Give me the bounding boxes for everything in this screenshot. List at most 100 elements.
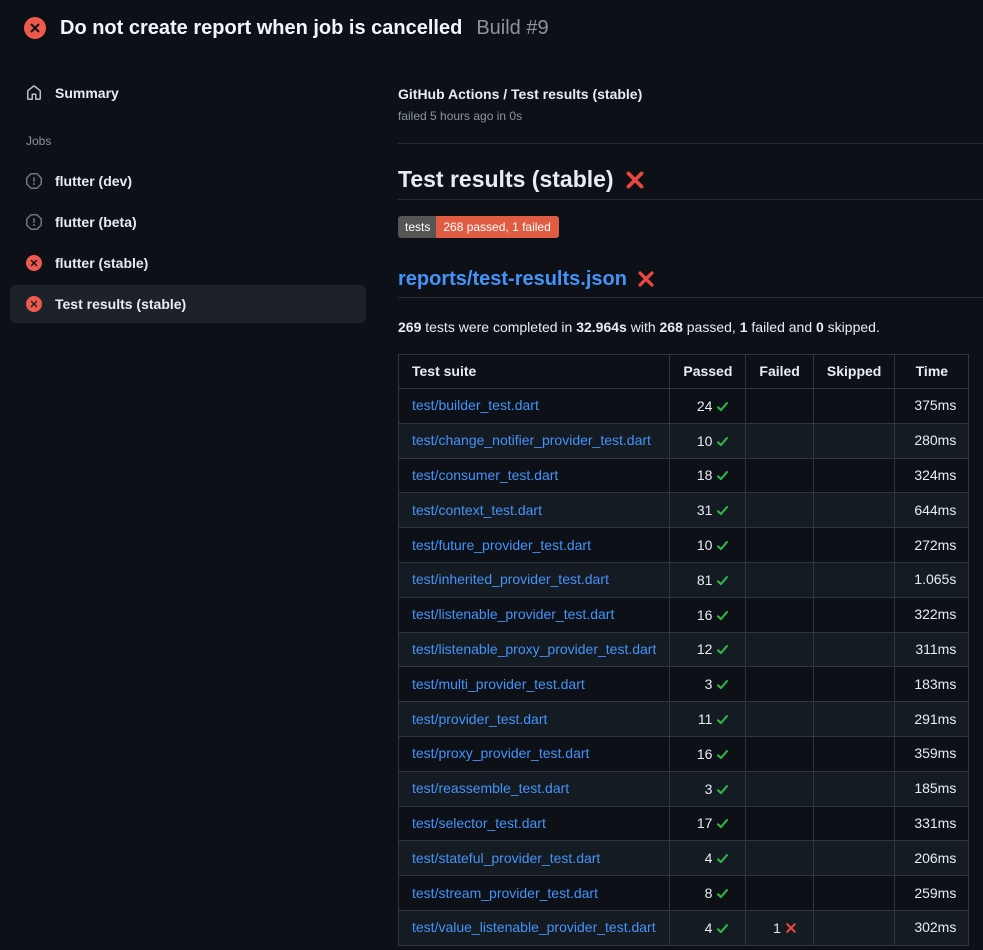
failed-cell (746, 493, 813, 528)
suite-cell: test/listenable_proxy_provider_test.dart (399, 632, 670, 667)
sidebar-job-item[interactable]: flutter (stable) (10, 244, 366, 282)
check-icon (716, 609, 729, 622)
passed-cell: 31 (670, 493, 746, 528)
skipped-cell (813, 632, 894, 667)
col-time: Time (895, 355, 969, 389)
table-row: test/reassemble_test.dart 3 185ms (399, 771, 969, 806)
table-row: test/builder_test.dart 24 375ms (399, 389, 969, 424)
test-suite-link[interactable]: test/selector_test.dart (412, 815, 546, 831)
check-icon (716, 678, 729, 691)
table-row: test/change_notifier_provider_test.dart … (399, 423, 969, 458)
check-icon (716, 852, 729, 865)
build-header: Do not create report when job is cancell… (0, 0, 983, 56)
time-cell: 302ms (895, 910, 969, 945)
job-label: flutter (stable) (55, 255, 148, 271)
skipped-cell (813, 667, 894, 702)
failed-cell (746, 423, 813, 458)
passed-cell: 24 (670, 389, 746, 424)
suite-cell: test/multi_provider_test.dart (399, 667, 670, 702)
suite-cell: test/future_provider_test.dart (399, 528, 670, 563)
test-suite-link[interactable]: test/listenable_provider_test.dart (412, 606, 614, 622)
suite-cell: test/stream_provider_test.dart (399, 876, 670, 911)
col-test-suite: Test suite (399, 355, 670, 389)
fail-icon (26, 255, 42, 271)
main-content: GitHub Actions / Test results (stable) f… (380, 56, 983, 946)
home-icon (26, 85, 42, 101)
summary-label: Summary (55, 85, 119, 101)
report-file-link[interactable]: reports/test-results.json (398, 266, 627, 292)
table-row: test/proxy_provider_test.dart 16 359ms (399, 736, 969, 771)
table-body: test/builder_test.dart 24 375ms test/cha… (399, 389, 969, 946)
section-title: Test results (stable) (398, 166, 983, 200)
job-label: flutter (dev) (55, 173, 132, 189)
passed-cell: 4 (670, 910, 746, 945)
test-suite-link[interactable]: test/context_test.dart (412, 502, 542, 518)
check-icon (716, 574, 729, 587)
stale-icon (26, 173, 42, 189)
breadcrumb: GitHub Actions / Test results (stable) (398, 86, 983, 102)
test-suite-link[interactable]: test/inherited_provider_test.dart (412, 571, 609, 587)
suite-cell: test/stateful_provider_test.dart (399, 841, 670, 876)
fail-icon (26, 296, 42, 312)
table-row: test/inherited_provider_test.dart 81 1.0… (399, 562, 969, 597)
sidebar-job-item[interactable]: Test results (stable) (10, 285, 366, 323)
test-suite-link[interactable]: test/reassemble_test.dart (412, 780, 569, 796)
suite-cell: test/proxy_provider_test.dart (399, 736, 670, 771)
test-suite-link[interactable]: test/listenable_proxy_provider_test.dart (412, 641, 656, 657)
test-suite-link[interactable]: test/stateful_provider_test.dart (412, 850, 600, 866)
passed-cell: 16 (670, 736, 746, 771)
col-passed: Passed (670, 355, 746, 389)
skipped-cell (813, 910, 894, 945)
check-icon (716, 783, 729, 796)
skipped-cell (813, 876, 894, 911)
failed-cell (746, 841, 813, 876)
skipped-cell (813, 423, 894, 458)
time-cell: 272ms (895, 528, 969, 563)
passed-cell: 8 (670, 876, 746, 911)
time-cell: 259ms (895, 876, 969, 911)
test-suite-link[interactable]: test/multi_provider_test.dart (412, 676, 585, 692)
check-icon (716, 748, 729, 761)
test-suite-link[interactable]: test/stream_provider_test.dart (412, 885, 598, 901)
skipped-cell (813, 841, 894, 876)
divider (398, 143, 983, 144)
sidebar-item-summary[interactable]: Summary (10, 74, 366, 112)
table-row: test/consumer_test.dart 18 324ms (399, 458, 969, 493)
skipped-cell (813, 736, 894, 771)
time-cell: 331ms (895, 806, 969, 841)
check-icon (716, 469, 729, 482)
table-row: test/stateful_provider_test.dart 4 206ms (399, 841, 969, 876)
summary-line: 269 tests were completed in 32.964s with… (398, 317, 983, 337)
passed-cell: 3 (670, 771, 746, 806)
suite-cell: test/provider_test.dart (399, 702, 670, 737)
tests-badge: tests 268 passed, 1 failed (398, 216, 559, 238)
build-failed-icon (24, 17, 46, 39)
test-suite-link[interactable]: test/change_notifier_provider_test.dart (412, 432, 651, 448)
test-suite-link[interactable]: test/value_listenable_provider_test.dart (412, 919, 656, 935)
test-suite-link[interactable]: test/provider_test.dart (412, 711, 547, 727)
table-row: test/listenable_provider_test.dart 16 32… (399, 597, 969, 632)
passed-cell: 11 (670, 702, 746, 737)
time-cell: 375ms (895, 389, 969, 424)
suite-cell: test/context_test.dart (399, 493, 670, 528)
jobs-list: flutter (dev) flutter (beta) flutter (st… (10, 162, 366, 323)
check-icon (716, 400, 729, 413)
time-cell: 324ms (895, 458, 969, 493)
sidebar-job-item[interactable]: flutter (beta) (10, 203, 366, 241)
sidebar-job-item[interactable]: flutter (dev) (10, 162, 366, 200)
test-suite-link[interactable]: test/consumer_test.dart (412, 467, 558, 483)
passed-cell: 10 (670, 528, 746, 563)
table-row: test/multi_provider_test.dart 3 183ms (399, 667, 969, 702)
table-row: test/provider_test.dart 11 291ms (399, 702, 969, 737)
test-suite-link[interactable]: test/builder_test.dart (412, 397, 539, 413)
check-icon (716, 713, 729, 726)
test-suite-link[interactable]: test/proxy_provider_test.dart (412, 745, 589, 761)
failed-cell (746, 876, 813, 911)
test-suite-link[interactable]: test/future_provider_test.dart (412, 537, 591, 553)
passed-cell: 18 (670, 458, 746, 493)
status-line: failed 5 hours ago in 0s (398, 109, 983, 123)
skipped-cell (813, 458, 894, 493)
suite-cell: test/inherited_provider_test.dart (399, 562, 670, 597)
x-icon (785, 922, 797, 934)
failed-cell (746, 702, 813, 737)
